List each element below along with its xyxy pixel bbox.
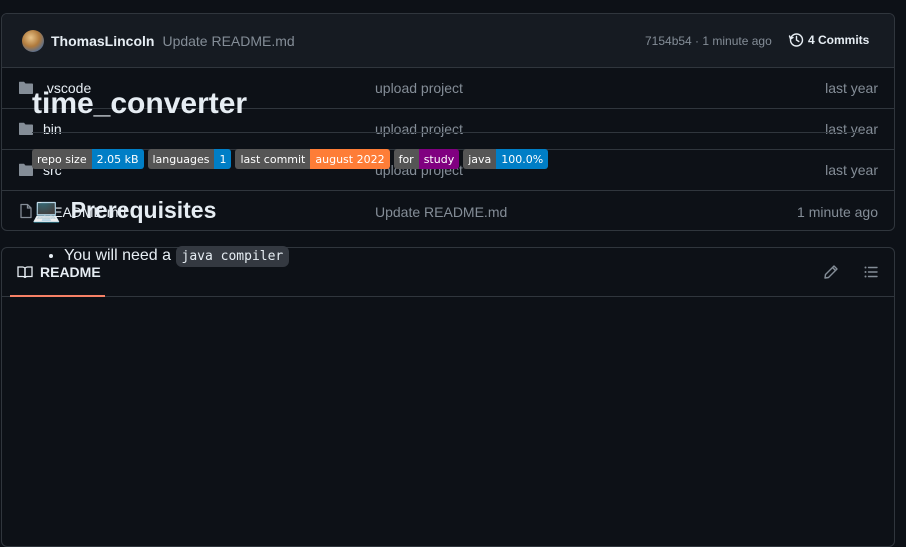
history-icon xyxy=(788,33,804,47)
readme-title: time_converter xyxy=(32,86,862,133)
prerequisites-heading-text: Prerequisites xyxy=(70,197,217,223)
tab-readme-label: README xyxy=(40,263,101,280)
badge-label: last commit xyxy=(235,149,311,169)
inline-code: java compiler xyxy=(175,246,290,267)
latest-commit-bar: ThomasLincoln Update README.md 7154b54 ·… xyxy=(2,14,894,68)
list-item: You will need a java compiler xyxy=(64,246,862,267)
badge-value: study xyxy=(418,149,460,169)
commit-author[interactable]: ThomasLincoln xyxy=(51,33,154,49)
badge[interactable]: repo size 2.05 kB xyxy=(32,149,144,169)
badge-label: for xyxy=(393,149,419,169)
list-unordered-icon[interactable] xyxy=(863,264,879,280)
badge-value: 100.0% xyxy=(496,149,549,169)
badge[interactable]: for study xyxy=(393,149,460,169)
badge[interactable]: languages 1 xyxy=(147,149,232,169)
badge-value: august 2022 xyxy=(310,149,390,169)
badge-label: java xyxy=(463,149,497,169)
laptop-emoji: 💻 xyxy=(32,197,61,223)
book-icon xyxy=(17,265,33,278)
avatar[interactable] xyxy=(22,29,44,52)
badge[interactable]: last commit august 2022 xyxy=(235,149,390,169)
commits-count-label: 4 Commits xyxy=(808,33,870,47)
badge-row: repo size 2.05 kB languages 1 last commit aug… xyxy=(32,149,862,169)
badge[interactable]: java 100.0% xyxy=(463,149,549,169)
prereq-text: You will need a xyxy=(64,247,176,264)
readme-panel: README xyxy=(1,247,895,547)
prerequisites-heading: 💻 Prerequisites xyxy=(32,197,862,231)
prerequisites-list: You will need a java compiler xyxy=(32,246,862,267)
commits-history-link[interactable]: 4 Commits xyxy=(788,32,869,48)
badge-value: 2.05 kB xyxy=(91,149,144,169)
badge-value: 1 xyxy=(214,149,232,169)
commit-meta[interactable]: 7154b54 · 1 minute ago xyxy=(645,34,772,48)
commit-message[interactable]: Update README.md xyxy=(162,33,294,49)
badge-label: languages xyxy=(147,149,215,169)
badge-label: repo size xyxy=(32,149,92,169)
readme-content: time_converter repo size 2.05 kB languages… xyxy=(32,86,862,267)
pencil-icon[interactable] xyxy=(823,264,839,280)
